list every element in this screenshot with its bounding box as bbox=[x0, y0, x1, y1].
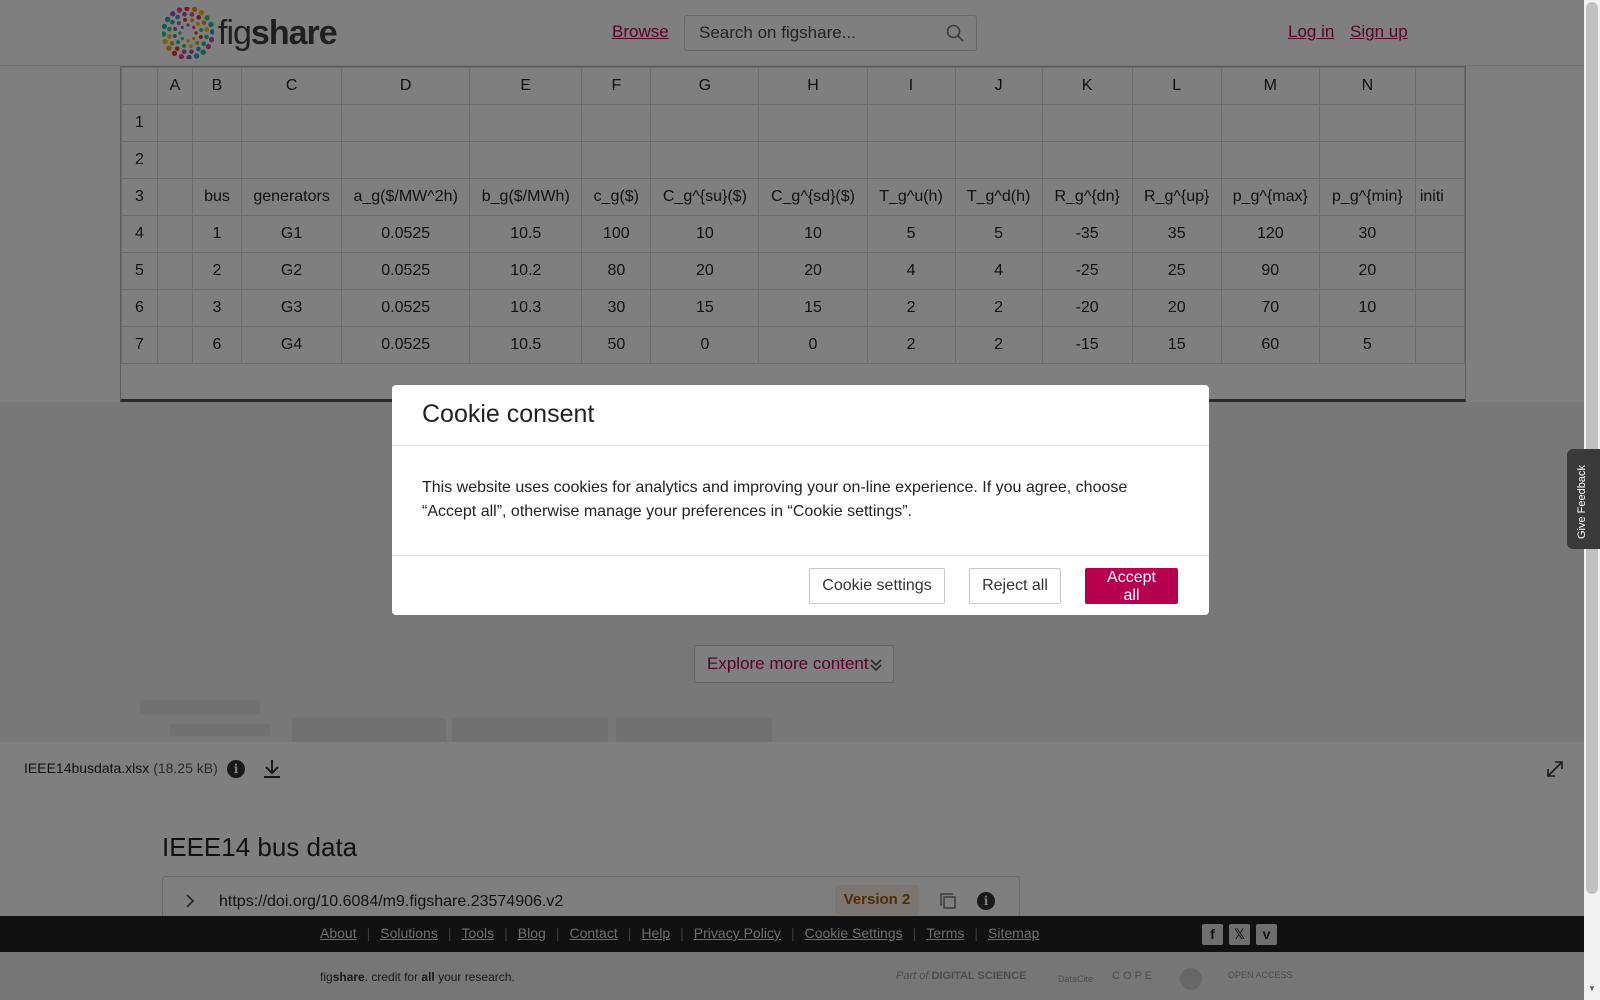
cookie-consent-dialog: Cookie consent This website uses cookies… bbox=[392, 385, 1209, 615]
give-feedback-tab[interactable]: Give Feedback bbox=[1567, 449, 1600, 549]
accept-all-button[interactable]: Accept all bbox=[1085, 568, 1178, 604]
cookie-dialog-header: Cookie consent bbox=[392, 385, 1209, 446]
cookie-settings-button[interactable]: Cookie settings bbox=[809, 568, 945, 604]
scroll-down-arrow-icon[interactable]: ▼ bbox=[1588, 984, 1596, 993]
cookie-dialog-title: Cookie consent bbox=[422, 400, 595, 428]
cookie-dialog-footer: Cookie settings Reject all Accept all bbox=[392, 556, 1209, 615]
cookie-dialog-body: This website uses cookies for analytics … bbox=[392, 446, 1209, 556]
scrollbar-thumb[interactable] bbox=[1586, 2, 1598, 894]
reject-all-button[interactable]: Reject all bbox=[969, 568, 1061, 604]
cookie-dialog-text: This website uses cookies for analytics … bbox=[422, 479, 1128, 520]
give-feedback-label: Give Feedback bbox=[1576, 465, 1588, 539]
